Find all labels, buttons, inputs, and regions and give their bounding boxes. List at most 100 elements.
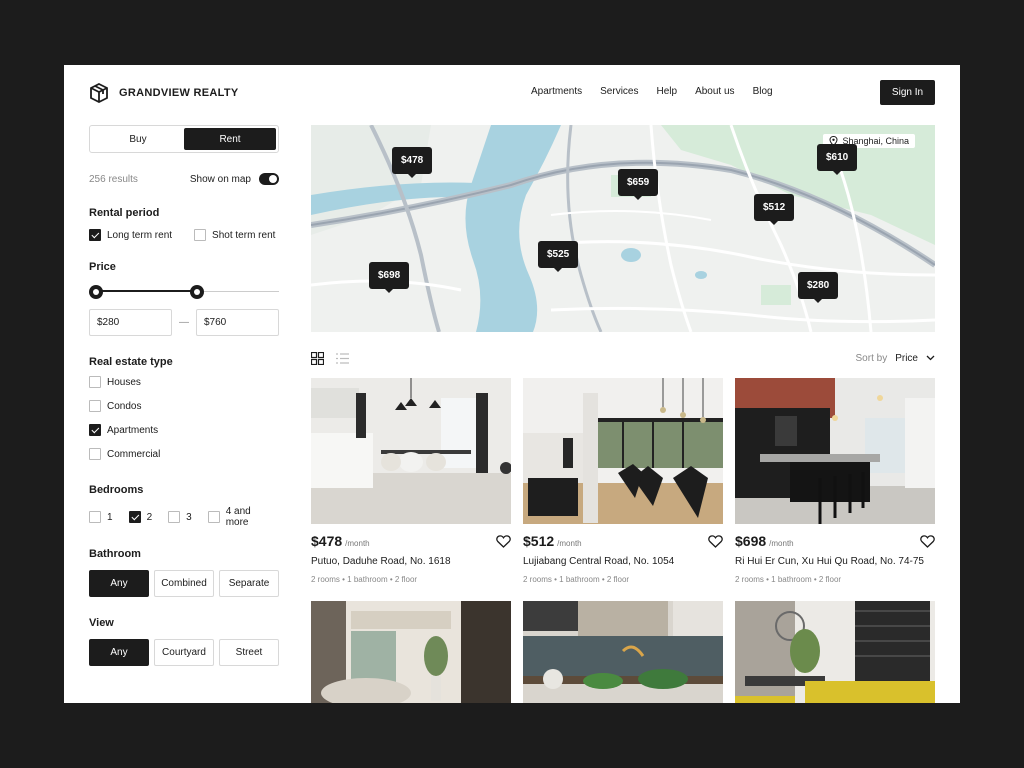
bedroom-1-label: 1 xyxy=(107,511,113,523)
slider-min-handle[interactable] xyxy=(89,285,103,299)
condos-label: Condos xyxy=(107,400,142,412)
price-max-input[interactable]: $760 xyxy=(196,309,279,336)
property-card[interactable] xyxy=(735,601,935,703)
nav-blog[interactable]: Blog xyxy=(753,86,773,97)
map[interactable]: Shanghai, China $478 $659 $610 $512 $525… xyxy=(311,125,935,332)
heart-icon[interactable] xyxy=(496,534,511,548)
apartments-checkbox[interactable] xyxy=(89,424,101,436)
view-any-button[interactable]: Any xyxy=(89,639,149,666)
bathroom-any-button[interactable]: Any xyxy=(89,570,149,597)
filter-sidebar: Buy Rent 256 results Show on map Rental … xyxy=(89,125,279,666)
map-pin-525[interactable]: $525 xyxy=(538,241,579,272)
commercial-label: Commercial xyxy=(107,448,161,460)
view-options: Any Courtyard Street xyxy=(89,639,279,666)
property-price: $478/month xyxy=(311,533,370,549)
view-title: View xyxy=(89,617,114,629)
type-commercial-option[interactable]: Commercial xyxy=(89,448,279,460)
chevron-down-icon xyxy=(926,355,935,361)
bedroom-1-option[interactable]: 1 xyxy=(89,506,113,528)
map-pin-478[interactable]: $478 xyxy=(392,147,433,178)
property-card[interactable]: $478/month Putuo, Daduhe Road, No. 1618 … xyxy=(311,378,511,584)
property-photo[interactable] xyxy=(735,601,935,703)
property-address: Lujiabang Central Road, No. 1054 xyxy=(523,556,675,567)
bathroom-title: Bathroom xyxy=(89,548,141,560)
results-count: 256 results xyxy=(89,173,138,185)
bedrooms-title: Bedrooms xyxy=(89,484,144,496)
bedroom-2-checkbox[interactable] xyxy=(128,511,141,523)
long-term-checkbox[interactable] xyxy=(89,229,101,241)
real-estate-type-title: Real estate type xyxy=(89,356,173,368)
bedroom-4-label: 4 and more xyxy=(225,506,251,528)
apartments-label: Apartments xyxy=(107,424,159,436)
price-min-input[interactable]: $280 xyxy=(89,309,172,336)
brand-name: GRANDVIEW REALTY xyxy=(119,87,239,99)
nav-about-us[interactable]: About us xyxy=(695,86,734,97)
bathroom-combined-button[interactable]: Combined xyxy=(154,570,214,597)
property-card[interactable] xyxy=(523,601,723,703)
bathroom-separate-button[interactable]: Separate xyxy=(219,570,279,597)
bedroom-4-option[interactable]: 4 and more xyxy=(207,506,263,528)
rental-period-title: Rental period xyxy=(89,207,160,219)
price-period: /month xyxy=(769,539,794,548)
map-pin-280[interactable]: $280 xyxy=(798,272,839,303)
property-card[interactable]: $512/month Lujiabang Central Road, No. 1… xyxy=(523,378,723,584)
list-view-icon[interactable] xyxy=(336,352,349,365)
buy-option[interactable]: Buy xyxy=(92,128,184,150)
property-details: 2 rooms • 1 bathroom • 2 floor xyxy=(735,575,842,584)
sign-in-button[interactable]: Sign In xyxy=(880,80,935,105)
property-photo[interactable] xyxy=(311,601,511,703)
heart-icon[interactable] xyxy=(920,534,935,548)
nav-apartments[interactable]: Apartments xyxy=(531,86,582,97)
short-term-checkbox[interactable] xyxy=(194,229,207,241)
brand-logo[interactable]: GRANDVIEW REALTY xyxy=(89,83,238,103)
price-value: $478 xyxy=(311,533,343,549)
kitchen-image xyxy=(735,378,935,524)
view-courtyard-button[interactable]: Courtyard xyxy=(154,639,214,666)
property-card[interactable] xyxy=(311,601,511,703)
results-row: 256 results Show on map xyxy=(89,173,279,185)
property-address: Putuo, Daduhe Road, No. 1618 xyxy=(311,556,451,567)
show-on-map-switch[interactable] xyxy=(259,173,279,185)
map-pin-512[interactable]: $512 xyxy=(754,194,795,225)
bedroom-2-option[interactable]: 2 xyxy=(128,506,152,528)
price-slider[interactable] xyxy=(89,285,279,299)
short-term-option[interactable]: Shot term rent xyxy=(194,229,275,241)
slider-max-handle[interactable] xyxy=(190,285,204,299)
bedroom-3-checkbox[interactable] xyxy=(168,511,181,523)
main-nav: Apartments Services Help About us Blog xyxy=(531,86,773,97)
living-room-image xyxy=(523,378,723,524)
long-term-option[interactable]: Long term rent xyxy=(89,229,172,241)
view-switcher xyxy=(311,351,349,365)
price-period: /month xyxy=(345,539,370,548)
long-term-label: Long term rent xyxy=(107,229,173,241)
nav-help[interactable]: Help xyxy=(657,86,678,97)
grid-view-icon[interactable] xyxy=(311,351,324,365)
view-street-button[interactable]: Street xyxy=(219,639,279,666)
rent-option[interactable]: Rent xyxy=(184,128,276,150)
property-card[interactable]: $698/month Ri Hui Er Cun, Xu Hui Qu Road… xyxy=(735,378,935,584)
bedroom-4-checkbox[interactable] xyxy=(207,511,220,523)
bedroom-1-checkbox[interactable] xyxy=(89,511,101,523)
type-houses-option[interactable]: Houses xyxy=(89,376,279,388)
map-pin-659[interactable]: $659 xyxy=(618,169,659,200)
sort-control[interactable]: Sort by Price xyxy=(856,353,935,364)
show-on-map-label: Show on map xyxy=(189,173,251,185)
bedroom-3-option[interactable]: 3 xyxy=(168,506,192,528)
type-condos-option[interactable]: Condos xyxy=(89,400,279,412)
property-photo[interactable] xyxy=(735,378,935,524)
map-pin-610[interactable]: $610 xyxy=(817,144,858,175)
houses-checkbox[interactable] xyxy=(89,376,101,388)
bedroom-3-label: 3 xyxy=(186,511,192,523)
property-photo[interactable] xyxy=(523,378,723,524)
property-photo[interactable] xyxy=(311,378,511,524)
price-inputs: $280 — $760 xyxy=(89,309,279,336)
property-photo[interactable] xyxy=(523,601,723,703)
commercial-checkbox[interactable] xyxy=(89,448,101,460)
type-apartments-option[interactable]: Apartments xyxy=(89,424,279,436)
map-pin-698[interactable]: $698 xyxy=(369,262,410,293)
property-price-row: $512/month xyxy=(523,533,723,549)
condos-checkbox[interactable] xyxy=(89,400,101,412)
nav-services[interactable]: Services xyxy=(600,86,638,97)
property-price: $698/month xyxy=(735,533,794,549)
heart-icon[interactable] xyxy=(708,534,723,548)
